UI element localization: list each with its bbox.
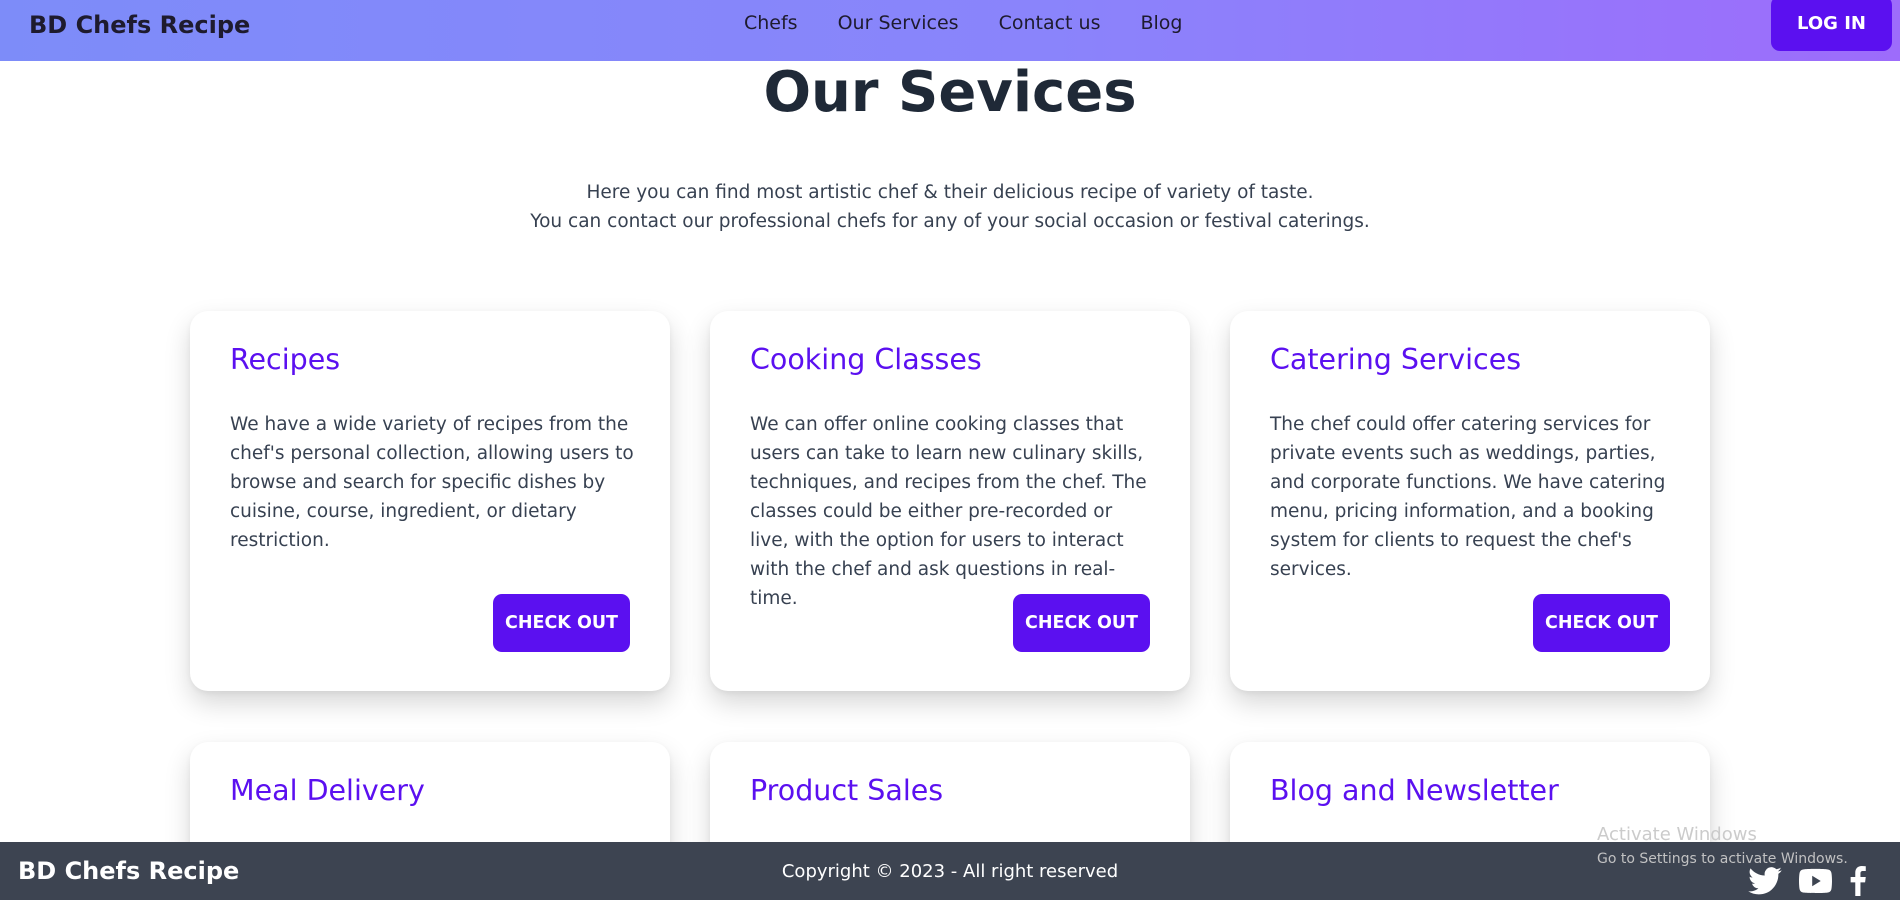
nav-link-our-services[interactable]: Our Services xyxy=(838,12,959,34)
watermark-subtitle: Go to Settings to activate Windows. xyxy=(1597,851,1848,867)
check-out-button[interactable]: CHECK OUT xyxy=(493,594,630,652)
facebook-icon[interactable] xyxy=(1849,866,1867,900)
twitter-icon[interactable] xyxy=(1748,867,1782,899)
intro-line-1: Here you can find most artistic chef & t… xyxy=(586,182,1314,203)
service-card-title: Cooking Classes xyxy=(750,343,982,376)
nav-link-blog[interactable]: Blog xyxy=(1140,12,1182,34)
check-out-button[interactable]: CHECK OUT xyxy=(1533,594,1670,652)
navbar: BD Chefs Recipe Chefs Our Services Conta… xyxy=(0,0,1900,61)
service-card-description: The chef could offer catering services f… xyxy=(1270,414,1666,580)
page-title: Our Sevices xyxy=(763,60,1137,125)
nav-link-contact-us[interactable]: Contact us xyxy=(999,12,1101,34)
windows-activation-watermark: Activate Windows Go to Settings to activ… xyxy=(1597,824,1848,869)
service-card-title: Blog and Newsletter xyxy=(1270,774,1559,807)
brand-logo[interactable]: BD Chefs Recipe xyxy=(29,11,250,39)
nav-link-chefs[interactable]: Chefs xyxy=(744,12,798,34)
service-card-title: Product Sales xyxy=(750,774,944,807)
login-button[interactable]: LOG IN xyxy=(1771,0,1892,51)
service-card-title: Catering Services xyxy=(1270,343,1522,376)
service-card-title: Meal Delivery xyxy=(230,774,425,807)
intro-line-2: You can contact our professional chefs f… xyxy=(530,211,1370,232)
service-card-description: We can offer online cooking classes that… xyxy=(750,414,1147,609)
service-card-catering-services: Catering Services The chef could offer c… xyxy=(1230,311,1710,691)
service-card-recipes: Recipes We have a wide variety of recipe… xyxy=(190,311,670,691)
watermark-title: Activate Windows xyxy=(1597,824,1757,845)
service-card-title: Recipes xyxy=(230,343,341,376)
service-card-description: We have a wide variety of recipes from t… xyxy=(230,414,634,551)
service-card-cooking-classes: Cooking Classes We can offer online cook… xyxy=(710,311,1190,691)
check-out-button[interactable]: CHECK OUT xyxy=(1013,594,1150,652)
nav-links: Chefs Our Services Contact us Blog xyxy=(744,12,1182,34)
social-links xyxy=(1748,866,1867,900)
youtube-icon[interactable] xyxy=(1799,868,1832,898)
intro-text: Here you can find most artistic chef & t… xyxy=(0,178,1900,236)
